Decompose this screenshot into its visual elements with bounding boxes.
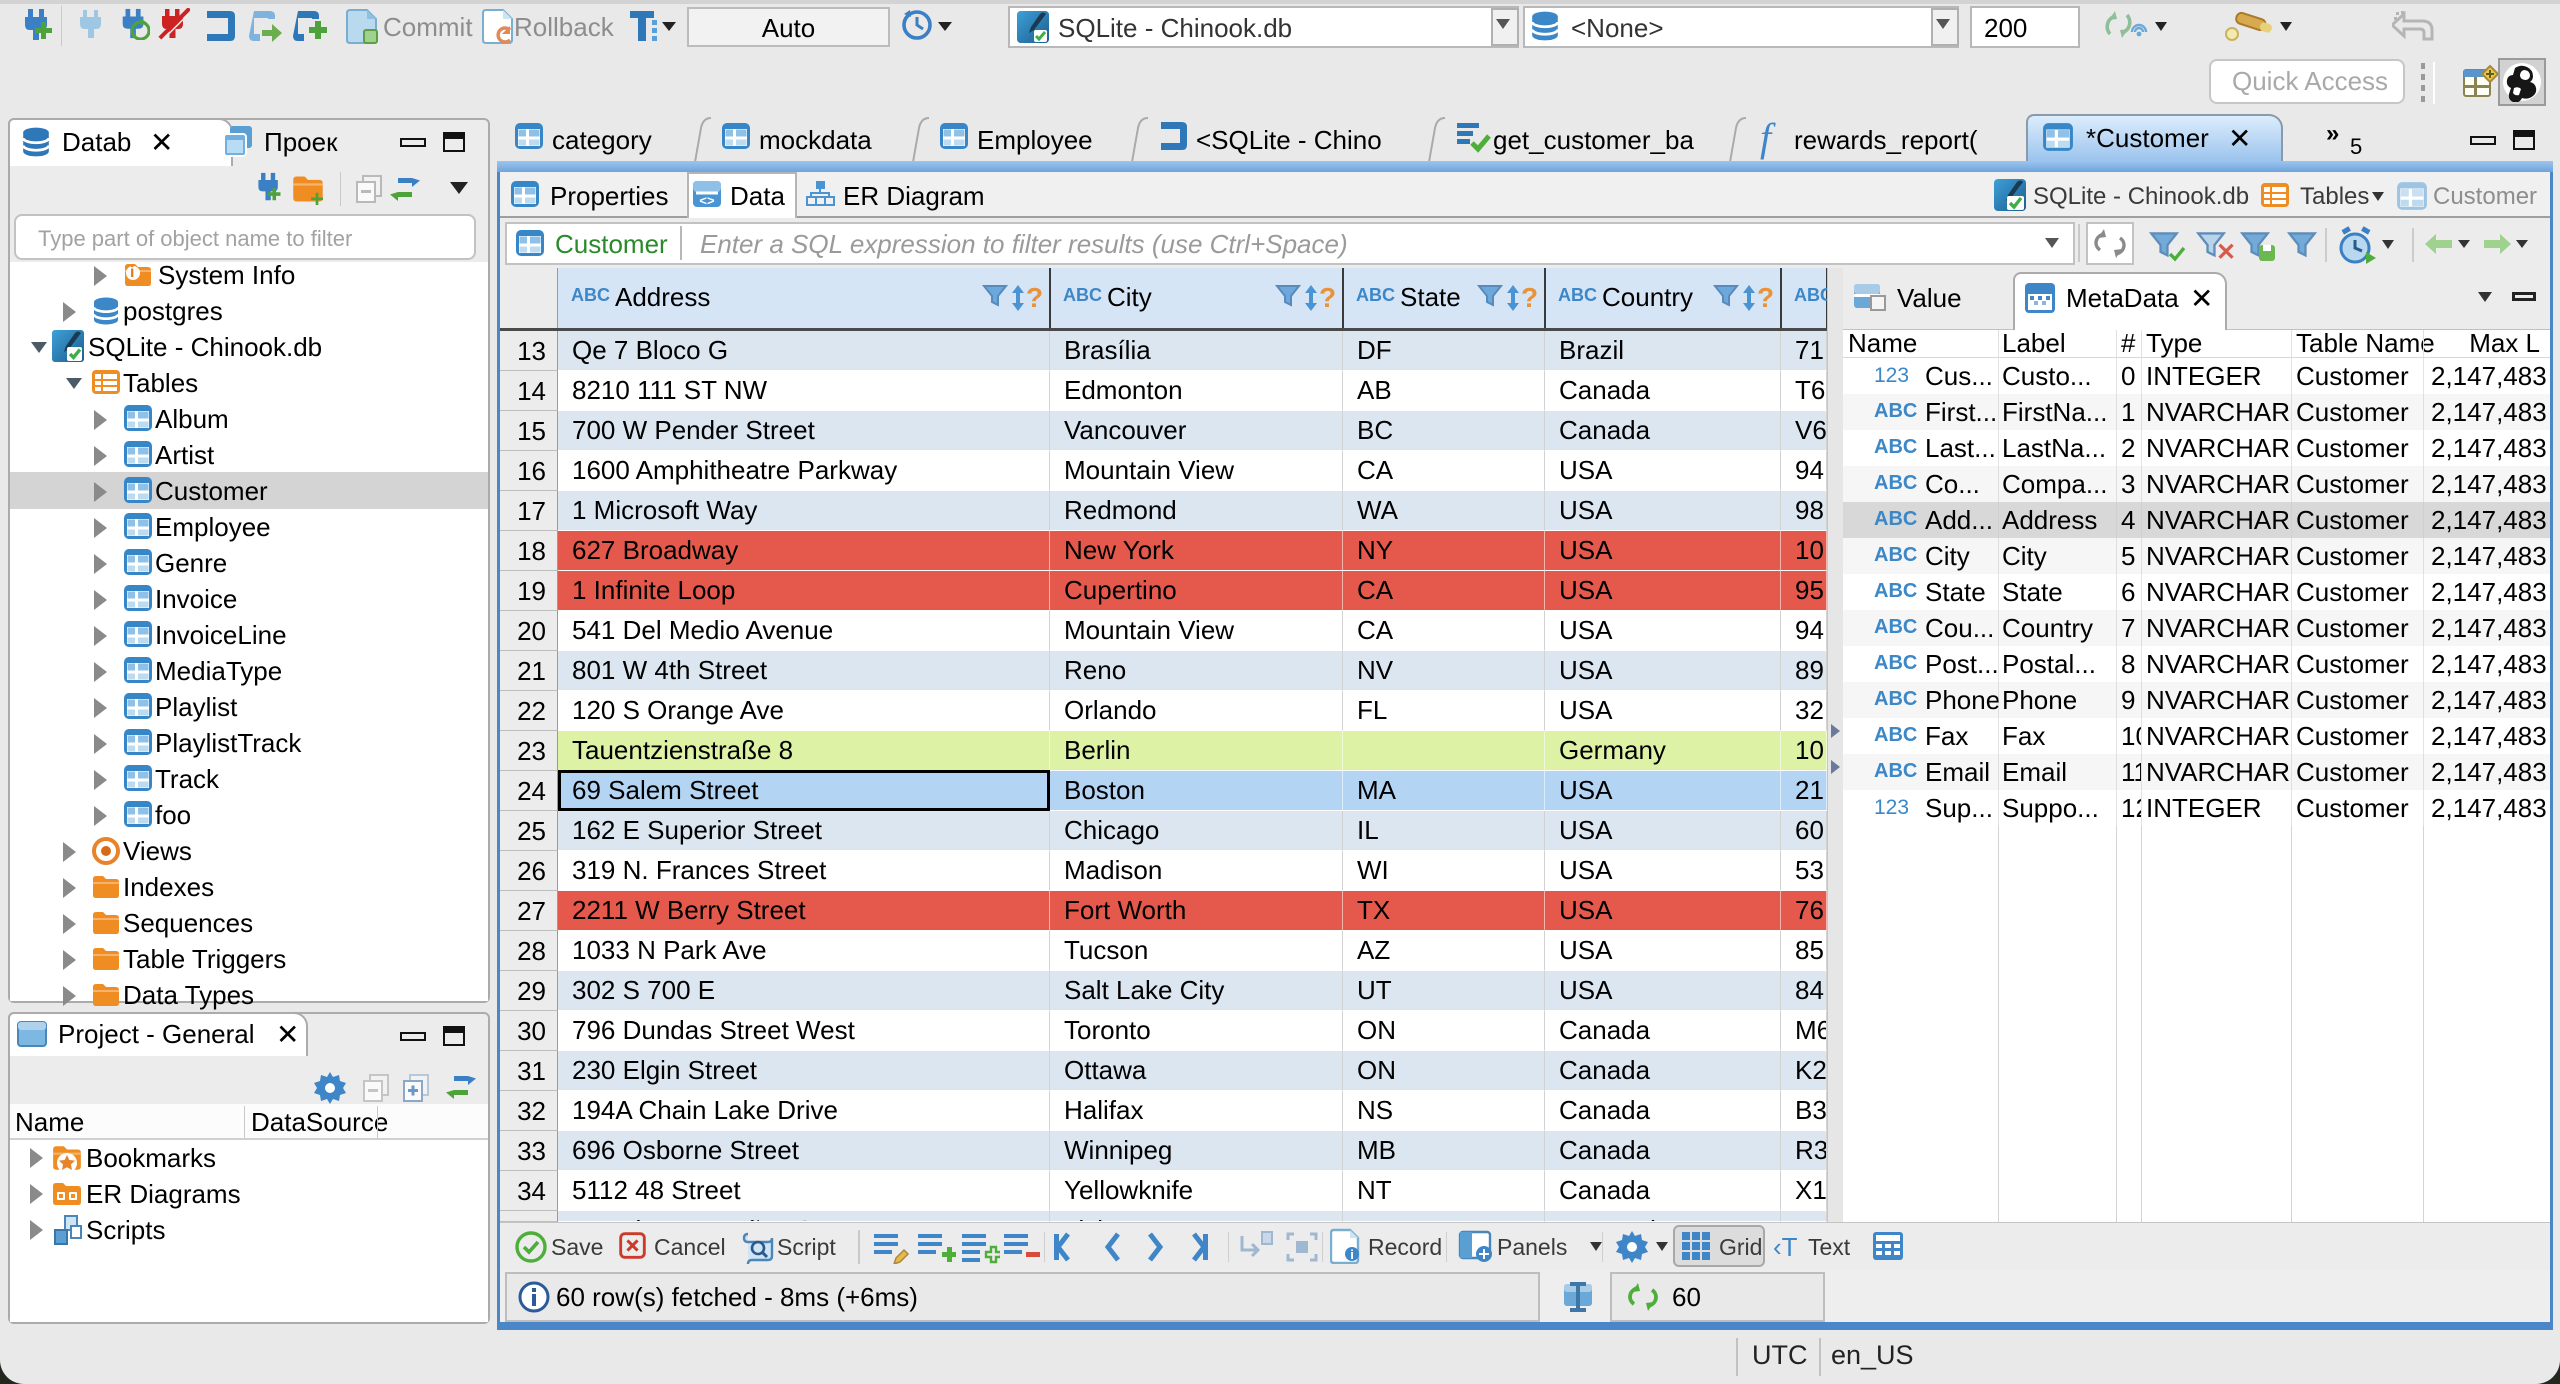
- svg-text:i: i: [1350, 1247, 1354, 1262]
- svg-text:<>: <>: [699, 193, 715, 208]
